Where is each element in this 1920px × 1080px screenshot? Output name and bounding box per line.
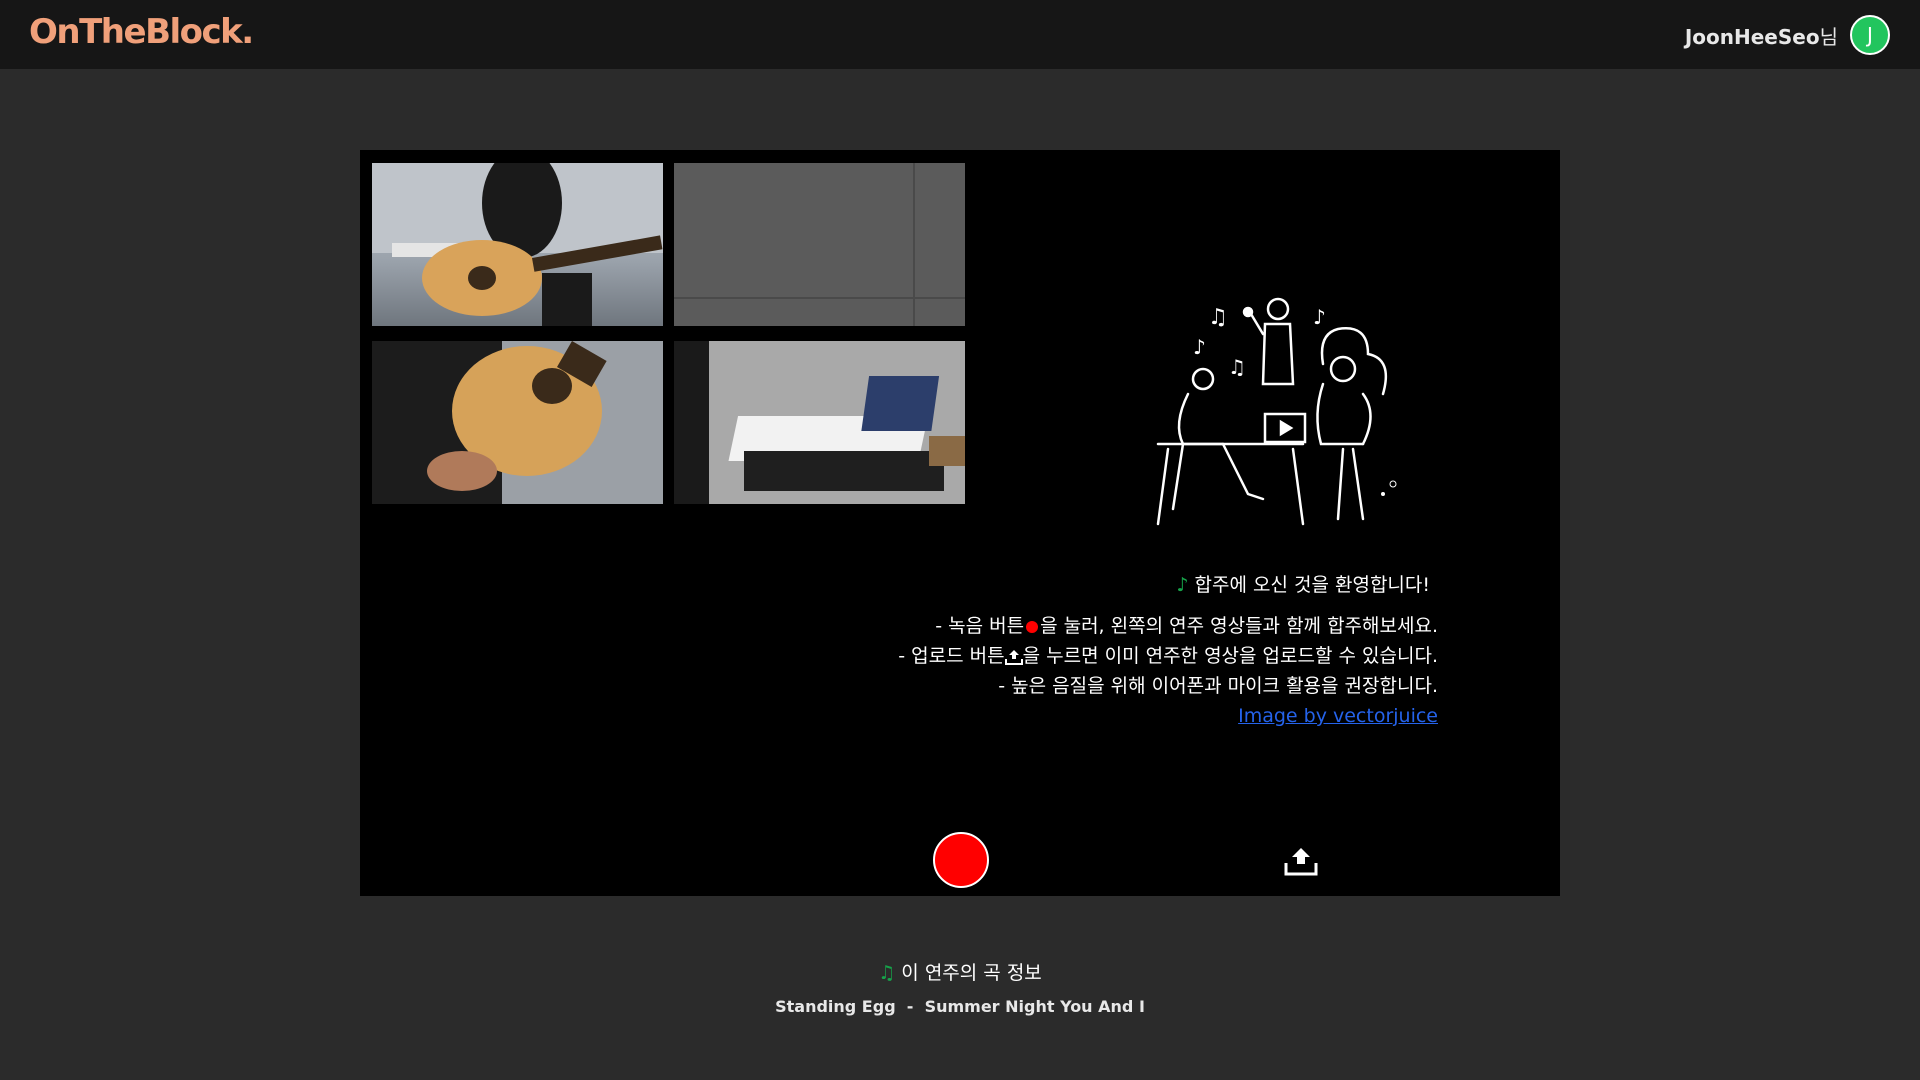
upload-button[interactable]: [1284, 846, 1318, 876]
video-tile-keyboard[interactable]: [674, 341, 965, 504]
svg-text:♫: ♫: [1208, 305, 1228, 330]
welcome-title: ♪ 합주에 오신 것을 환영합니다!: [898, 570, 1438, 597]
guitar-closeup-image: [372, 341, 663, 504]
welcome-title-text: 합주에 오신 것을 환영합니다!: [1194, 574, 1431, 596]
welcome-line-upload: - 업로드 버튼 을 누르면 이미 연주한 영상을 업로드할 수 있습니다.: [898, 641, 1438, 671]
video-tile-empty[interactable]: [674, 163, 965, 326]
image-credit-link[interactable]: Image by vectorjuice: [898, 701, 1438, 731]
music-note-icon: ♪: [1176, 574, 1189, 596]
song-info-title: ♫ 이 연주의 곡 정보: [0, 958, 1920, 985]
avatar[interactable]: J: [1850, 15, 1890, 55]
keyboard-laptop-image: [674, 341, 965, 504]
guitar-player-image: [372, 163, 663, 326]
svg-text:♫: ♫: [1228, 355, 1246, 379]
song-info: ♫ 이 연주의 곡 정보 Standing Egg - Summer Night…: [0, 958, 1920, 1016]
top-bar: OnTheBlock. JoonHeeSeo님 J: [0, 0, 1920, 69]
welcome-panel: ♪ 합주에 오신 것을 환영합니다! - 녹음 버튼 을 눌러, 왼쪽의 연주 영…: [898, 570, 1438, 731]
record-button[interactable]: [933, 832, 989, 888]
user-name-text: JoonHeeSeo: [1684, 24, 1820, 49]
user-menu[interactable]: JoonHeeSeo님 J: [1685, 15, 1890, 55]
music-notes-icon: ♫: [878, 962, 896, 984]
welcome-line-upload-a: - 업로드 버튼: [898, 645, 1005, 667]
logo[interactable]: OnTheBlock.: [29, 12, 254, 52]
video-tile-guitar-2[interactable]: [372, 341, 663, 504]
song-info-detail: Standing Egg - Summer Night You And I: [775, 997, 1145, 1016]
song-info-title-text: 이 연주의 곡 정보: [901, 962, 1042, 984]
welcome-line-record: - 녹음 버튼 을 눌러, 왼쪽의 연주 영상들과 함께 합주해보세요.: [898, 611, 1438, 641]
wall-image: [674, 163, 965, 326]
welcome-line-tip: - 높은 음질을 위해 이어폰과 마이크 활용을 권장합니다.: [998, 675, 1438, 697]
welcome-line-record-a: - 녹음 버튼: [935, 615, 1025, 637]
user-name: JoonHeeSeo님: [1685, 21, 1838, 50]
welcome-line-record-b: 을 눌러, 왼쪽의 연주 영상들과 함께 합주해보세요.: [1040, 615, 1438, 637]
video-tile-guitar-1[interactable]: [372, 163, 663, 326]
welcome-line-upload-b: 을 누르면 이미 연주한 영상을 업로드할 수 있습니다.: [1022, 645, 1438, 667]
svg-text:♪: ♪: [1313, 305, 1326, 329]
band-illustration: ♫ ♪ ♫ ♪: [1156, 297, 1397, 526]
upload-inline-icon: [1004, 649, 1023, 665]
record-dot-icon: [1026, 620, 1039, 633]
user-honorific: 님: [1819, 24, 1838, 49]
jam-stage: ♫ ♪ ♫ ♪ ♪ 합주에 오신 것을 환영합니다! - 녹음 버튼 을 눌러, …: [360, 150, 1560, 896]
svg-text:♪: ♪: [1193, 335, 1206, 359]
